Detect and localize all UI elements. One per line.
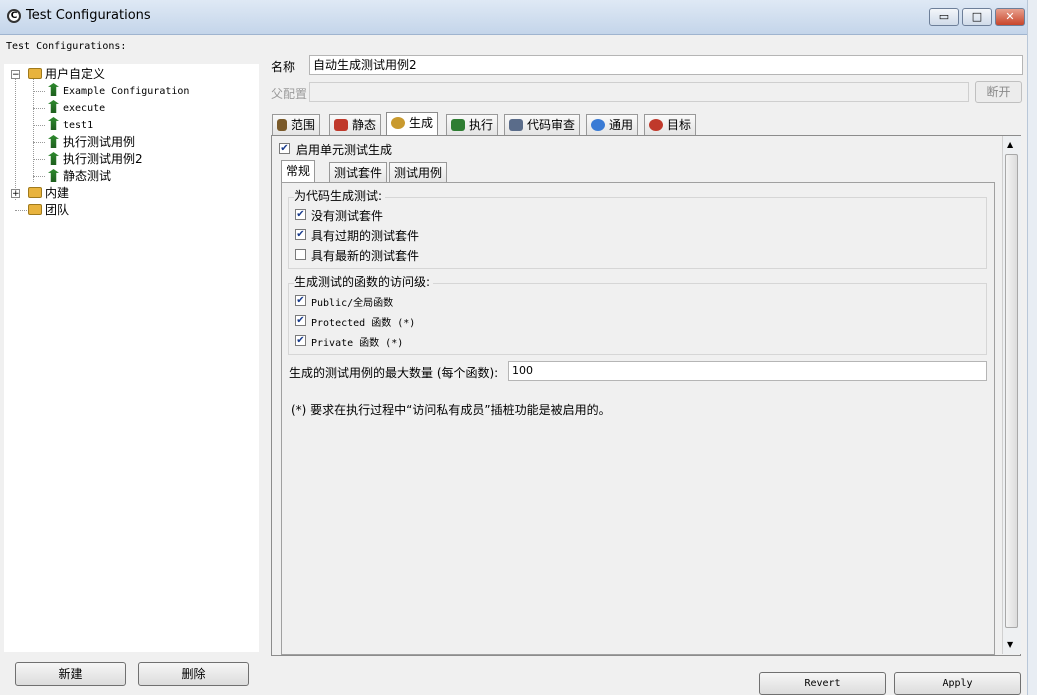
maximize-button[interactable]: □ — [962, 8, 992, 26]
code-group-title: 为代码生成测试: — [294, 187, 386, 204]
name-label: 名称 — [271, 60, 296, 74]
latest-suite-checkbox[interactable] — [295, 249, 306, 260]
public-checkbox[interactable]: ✔ — [295, 295, 306, 306]
wrench-icon — [277, 119, 287, 131]
review-icon — [509, 119, 523, 131]
test-config-icon — [48, 135, 59, 148]
minimize-button[interactable]: ▭ — [929, 8, 959, 26]
test-config-icon — [48, 169, 59, 182]
parent-label: 父配置 — [271, 87, 308, 101]
outdated-suite-label: 具有过期的测试套件 — [311, 229, 420, 243]
scroll-up-icon[interactable]: ▲ — [1007, 140, 1013, 149]
enable-label: 启用单元测试生成 — [296, 143, 393, 157]
run-icon — [451, 119, 465, 131]
private-checkbox[interactable]: ✔ — [295, 335, 306, 346]
gear-icon — [391, 117, 405, 129]
outdated-suite-checkbox[interactable]: ✔ — [295, 229, 306, 240]
max-tests-input[interactable]: 100 — [508, 361, 987, 381]
target-icon — [649, 119, 663, 131]
tab-static[interactable]: 静态 — [329, 114, 382, 135]
expand-icon[interactable]: + — [11, 189, 20, 199]
tree-item-test1[interactable]: test1 — [48, 117, 93, 133]
revert-button[interactable]: Revert — [759, 672, 886, 695]
test-config-icon — [48, 83, 59, 96]
tab-code-review[interactable]: 代码审查 — [504, 114, 581, 135]
subtab-test-case[interactable]: 测试用例 — [389, 162, 448, 182]
protected-label: Protected 函数 (*) — [311, 318, 416, 329]
tab-scope[interactable]: 范围 — [272, 114, 321, 135]
static-icon — [334, 119, 348, 131]
configuration-tree[interactable]: − 用户自定义 Example Configuration execute te… — [4, 64, 259, 652]
name-input[interactable]: 自动生成测试用例2 — [309, 55, 1023, 75]
no-suite-checkbox[interactable]: ✔ — [295, 209, 306, 220]
private-label: Private 函数 (*) — [311, 338, 404, 349]
tree-item-builtin[interactable]: 内建 — [28, 185, 69, 201]
public-label: Public/全局函数 — [311, 298, 394, 309]
new-button[interactable]: 新建 — [15, 662, 126, 686]
max-tests-label: 生成的测试用例的最大数量 (每个函数): — [289, 366, 499, 380]
configurations-heading: Test Configurations: — [6, 41, 127, 52]
collapse-icon[interactable]: − — [11, 70, 20, 80]
access-group-title: 生成测试的函数的访问级: — [294, 273, 434, 290]
app-icon: C — [7, 9, 21, 23]
folder-icon — [28, 204, 42, 215]
latest-suite-label: 具有最新的测试套件 — [311, 249, 420, 263]
title-bar: C Test Configurations ▭ □ ✕ — [0, 0, 1027, 35]
parent-input — [309, 82, 969, 102]
scroll-down-icon[interactable]: ▼ — [1007, 640, 1013, 649]
test-config-icon — [48, 117, 59, 130]
tree-item-static-test[interactable]: 静态测试 — [48, 168, 111, 184]
no-suite-label: 没有测试套件 — [311, 209, 384, 223]
test-config-icon — [48, 100, 59, 113]
delete-button[interactable]: 删除 — [138, 662, 249, 686]
tree-item-team[interactable]: 团队 — [28, 202, 69, 218]
close-button[interactable]: ✕ — [995, 8, 1025, 26]
window-edge — [1027, 0, 1037, 695]
folder-icon — [28, 187, 42, 198]
enable-checkbox[interactable]: ✔ — [279, 143, 290, 154]
folder-icon — [28, 68, 42, 79]
subtab-general[interactable]: 常规 — [281, 160, 316, 183]
scroll-thumb[interactable] — [1005, 154, 1018, 628]
tab-target[interactable]: 目标 — [644, 114, 697, 135]
people-icon — [591, 119, 605, 131]
tab-generate[interactable]: 生成 — [386, 112, 439, 136]
private-members-note: (*) 要求在执行过程中“访问私有成员”插桩功能是被启用的。 — [291, 403, 611, 417]
panel-scrollbar[interactable]: ▲ ▼ — [1002, 136, 1021, 654]
break-button: 断开 — [975, 81, 1022, 103]
tab-common[interactable]: 通用 — [586, 114, 639, 135]
tree-item-user-defined[interactable]: 用户自定义 — [28, 66, 105, 82]
tree-item-execute[interactable]: execute — [48, 100, 105, 116]
tab-execute[interactable]: 执行 — [446, 114, 499, 135]
tree-item-execute-tests[interactable]: 执行测试用例 — [48, 134, 135, 150]
subtab-test-suite[interactable]: 测试套件 — [329, 162, 388, 182]
protected-checkbox[interactable]: ✔ — [295, 315, 306, 326]
window-title: Test Configurations — [26, 8, 151, 23]
test-config-icon — [48, 152, 59, 165]
apply-button[interactable]: Apply — [894, 672, 1021, 695]
tree-item-execute-tests-2[interactable]: 执行测试用例2 — [48, 151, 143, 167]
tree-item-example-configuration[interactable]: Example Configuration — [48, 83, 189, 99]
